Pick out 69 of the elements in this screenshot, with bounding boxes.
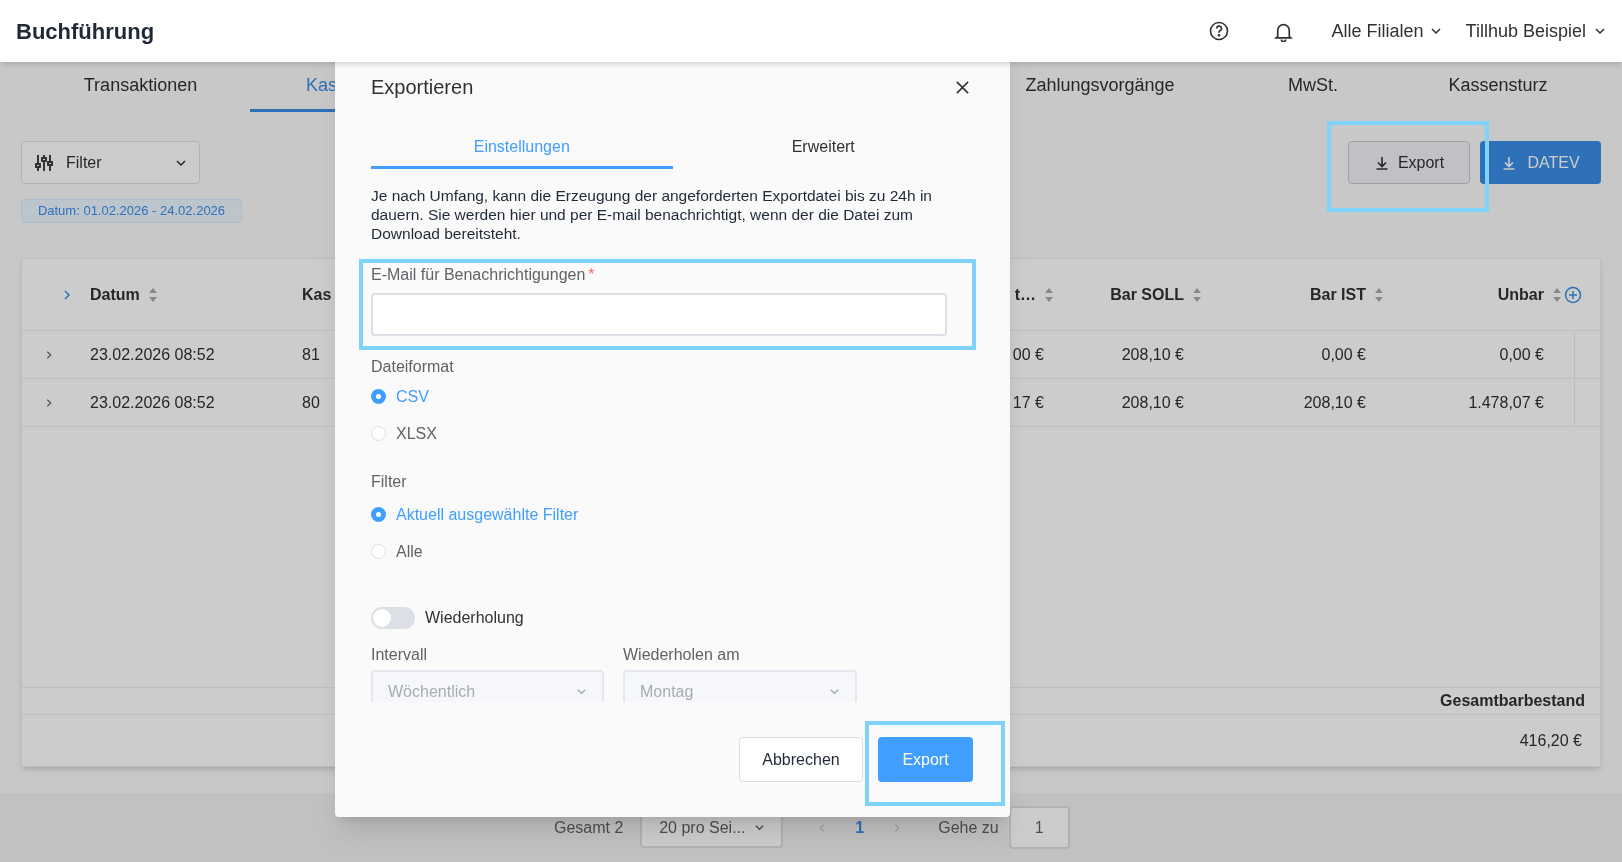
export-button[interactable]: Export [1348,141,1470,184]
required-mark: * [588,265,595,285]
table-cell: 0,00 € [1499,345,1544,363]
total-label: Gesamtbarbestand [1440,691,1585,711]
cancel-button[interactable]: Abbrechen [739,737,863,782]
table-cell: 0,00 € [1321,345,1366,363]
dialog-title: Exportieren [371,75,474,99]
field-label: E-Mail für Benachrichtigungen [371,265,586,285]
field-label: Filter [371,472,408,492]
filter-tag: Datum: 01.02.2026 - 24.02.2026 [21,199,242,223]
field-label: Wiederholen am [623,645,741,663]
radio-label[interactable]: Alle [396,539,423,564]
toggle-label: Wiederholung [425,608,524,628]
field-label: Intervall [371,645,429,663]
table-cell: 80 [302,393,320,411]
total-value: 416,20 € [1519,730,1582,751]
filter-button[interactable]: Filter [21,141,200,184]
chevron-down-icon [1594,25,1606,37]
radio-button[interactable] [371,426,386,441]
table-cell: 17 € [1012,393,1044,411]
download-icon [1501,154,1518,171]
chevron-down-icon [753,822,765,833]
tab[interactable]: Transaktionen [31,62,250,112]
column-header[interactable]: Bar IST [1310,282,1366,307]
sort-icon[interactable] [1192,286,1202,303]
radio-button[interactable] [371,507,386,522]
column-header[interactable]: t… [1014,282,1036,307]
chevron-down-icon [1429,25,1442,37]
close-icon[interactable] [955,79,970,95]
goto-label: Gehe zu [938,817,999,838]
sort-icon[interactable] [1374,286,1384,303]
expand-all-icon[interactable] [61,288,73,301]
sort-icon[interactable] [1044,286,1054,303]
column-header[interactable]: Unbar [1497,282,1544,307]
column-header[interactable]: Kas [302,282,332,307]
expand-row-icon[interactable] [44,349,54,360]
column-header[interactable]: Datum [90,282,140,307]
add-column-icon[interactable] [1564,285,1582,304]
table-cell: 1.478,07 € [1468,393,1544,411]
column-header[interactable]: Bar SOLL [1110,282,1184,307]
table-cell: 81 [302,345,320,363]
toggle-switch[interactable] [371,607,415,629]
tab[interactable]: Kassensturz [1416,62,1580,112]
table-cell: 208,10 € [1121,393,1184,411]
branch-select[interactable]: Alle Filialen [1331,17,1442,45]
table-cell: 23.02.2026 08:52 [90,393,215,411]
account-select[interactable]: Tillhub Beispiel [1465,17,1606,45]
table-cell: 208,10 € [1303,393,1366,411]
help-icon[interactable] [1208,21,1229,41]
dialog-tab[interactable]: Erweitert [672,127,974,169]
chevron-down-icon [576,686,587,697]
table-cell: 208,10 € [1121,345,1184,363]
radio-button[interactable] [371,544,386,559]
page-title: Buchführung [16,17,155,46]
goto-field[interactable]: 1 [1008,806,1070,849]
field-label: Dateiformat [371,357,455,377]
email-field[interactable] [371,293,947,336]
sliders-icon [34,152,54,173]
tab[interactable]: MwSt. [1210,62,1416,112]
sort-icon[interactable] [147,286,158,303]
radio-button[interactable] [371,389,386,404]
table-cell: 23.02.2026 08:52 [90,345,215,363]
sort-icon[interactable] [1552,286,1562,303]
total-count: Gesamt 2 [554,817,624,838]
description-text: Je nach Umfang, kann die Erzeugung der angeforderten Exportdatei bis zu 24h in dauern. Sie werden hier und per E-mail benachrichtigt, wenn der die Datei zum Download bereitsteht. [371,186,933,243]
expand-row-icon[interactable] [44,397,54,408]
chevron-down-icon [829,686,840,697]
radio-label[interactable]: XLSX [396,421,437,446]
table-cell: 00 € [1012,345,1044,363]
